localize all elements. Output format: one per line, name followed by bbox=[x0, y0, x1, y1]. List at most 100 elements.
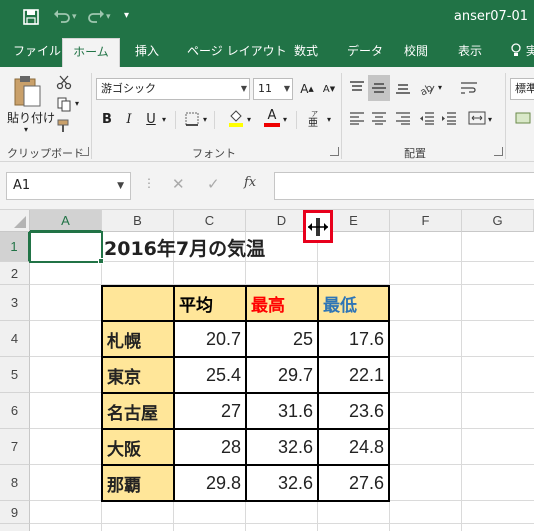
row-header-9[interactable]: 9 bbox=[0, 501, 30, 524]
merge-center-icon[interactable] bbox=[466, 107, 488, 129]
fill-color-icon[interactable] bbox=[226, 107, 246, 129]
column-label-min[interactable]: 最低 bbox=[317, 285, 390, 322]
row-header-7[interactable]: 7 bbox=[0, 429, 30, 465]
column-resize-cursor-icon[interactable] bbox=[303, 210, 333, 243]
align-bottom-icon[interactable] bbox=[392, 77, 414, 99]
name-box[interactable]: A1 ▼ bbox=[6, 172, 131, 200]
enter-icon[interactable]: ✓ bbox=[207, 175, 220, 193]
undo-icon[interactable] bbox=[52, 8, 72, 29]
align-top-icon[interactable] bbox=[346, 77, 368, 99]
font-name-select[interactable]: 游ゴシック ▼ bbox=[96, 78, 250, 100]
row-header-10[interactable]: 10 bbox=[0, 524, 30, 531]
avg-cell[interactable]: 20.7 bbox=[173, 320, 247, 358]
borders-icon[interactable] bbox=[182, 109, 202, 129]
redo-icon[interactable] bbox=[86, 8, 106, 29]
copy-icon[interactable] bbox=[54, 95, 74, 113]
row-header-2[interactable]: 2 bbox=[0, 262, 30, 285]
row-header-8[interactable]: 8 bbox=[0, 465, 30, 501]
phonetic-guide-icon[interactable]: ア亜 bbox=[304, 107, 326, 129]
font-launcher-icon[interactable] bbox=[330, 147, 339, 156]
tab-page-layout[interactable]: ページ レイアウト bbox=[187, 36, 287, 67]
underline-button[interactable]: U bbox=[142, 109, 160, 129]
insert-function-icon[interactable]: fx bbox=[244, 175, 256, 190]
underline-dropdown-icon[interactable]: ▾ bbox=[162, 115, 166, 124]
save-icon[interactable] bbox=[22, 8, 40, 29]
high-cell[interactable]: 31.6 bbox=[245, 392, 319, 430]
undo-dropdown-icon[interactable]: ▾ bbox=[72, 12, 77, 22]
column-header-g[interactable]: G bbox=[462, 210, 534, 232]
wrap-text-icon[interactable] bbox=[458, 77, 480, 99]
cut-icon[interactable] bbox=[54, 73, 74, 91]
city-cell[interactable]: 大阪 bbox=[101, 428, 175, 466]
tab-view[interactable]: 表示 bbox=[458, 36, 482, 67]
paste-icon[interactable] bbox=[8, 73, 46, 109]
borders-dropdown-icon[interactable]: ▾ bbox=[203, 115, 207, 124]
phonetic-dropdown-icon[interactable]: ▾ bbox=[327, 115, 331, 124]
increase-font-size-icon[interactable]: A ▲ bbox=[298, 79, 316, 99]
column-header-f[interactable]: F bbox=[390, 210, 462, 232]
row-header-4[interactable]: 4 bbox=[0, 321, 30, 357]
tab-data[interactable]: データ bbox=[347, 36, 383, 67]
font-size-select[interactable]: 11 ▼ bbox=[253, 78, 293, 100]
city-cell[interactable]: 名古屋 bbox=[101, 392, 175, 430]
font-color-dropdown-icon[interactable]: ▾ bbox=[283, 115, 287, 124]
decrease-font-size-icon[interactable]: A ▼ bbox=[320, 79, 338, 99]
row-header-3[interactable]: 3 bbox=[0, 285, 30, 321]
font-color-button[interactable]: A bbox=[262, 107, 282, 129]
alignment-launcher-icon[interactable] bbox=[494, 147, 503, 156]
orientation-dropdown-icon[interactable]: ▾ bbox=[438, 83, 442, 92]
table-corner-cell[interactable] bbox=[101, 285, 175, 322]
column-header-c[interactable]: C bbox=[174, 210, 246, 232]
fill-color-dropdown-icon[interactable]: ▾ bbox=[247, 115, 251, 124]
low-cell[interactable]: 17.6 bbox=[317, 320, 390, 358]
column-header-a[interactable]: A bbox=[30, 210, 102, 232]
tab-file[interactable]: ファイル bbox=[13, 36, 61, 67]
customize-icon[interactable]: ▾ bbox=[124, 10, 129, 21]
column-label-max[interactable]: 最高 bbox=[245, 285, 319, 322]
orientation-icon[interactable]: ab bbox=[416, 77, 438, 99]
chevron-down-icon[interactable]: ▼ bbox=[117, 173, 124, 199]
bold-button[interactable]: B bbox=[98, 109, 116, 129]
column-label-average[interactable]: 平均 bbox=[173, 285, 247, 322]
low-cell[interactable]: 27.6 bbox=[317, 464, 390, 502]
tell-me[interactable]: 実 bbox=[510, 36, 534, 67]
low-cell[interactable]: 24.8 bbox=[317, 428, 390, 466]
tab-review[interactable]: 校閲 bbox=[404, 36, 428, 67]
low-cell[interactable]: 22.1 bbox=[317, 356, 390, 394]
high-cell[interactable]: 29.7 bbox=[245, 356, 319, 394]
decrease-indent-icon[interactable] bbox=[416, 107, 438, 129]
avg-cell[interactable]: 28 bbox=[173, 428, 247, 466]
number-format-select[interactable]: 標準 bbox=[510, 78, 534, 100]
city-cell[interactable]: 札幌 bbox=[101, 320, 175, 358]
copy-dropdown-icon[interactable]: ▾ bbox=[75, 99, 79, 108]
column-header-b[interactable]: B bbox=[102, 210, 174, 232]
tab-insert[interactable]: 挿入 bbox=[135, 36, 159, 67]
align-left-icon[interactable] bbox=[346, 107, 368, 129]
sheet-title[interactable]: 2016年7月の気温 bbox=[104, 232, 265, 262]
cancel-icon[interactable]: ✕ bbox=[172, 175, 185, 193]
format-painter-icon[interactable] bbox=[54, 117, 74, 135]
formula-input[interactable] bbox=[274, 172, 534, 200]
avg-cell[interactable]: 27 bbox=[173, 392, 247, 430]
accounting-format-icon[interactable] bbox=[512, 107, 534, 129]
avg-cell[interactable]: 25.4 bbox=[173, 356, 247, 394]
increase-indent-icon[interactable] bbox=[438, 107, 460, 129]
redo-dropdown-icon[interactable]: ▾ bbox=[106, 12, 111, 22]
merge-dropdown-icon[interactable]: ▾ bbox=[488, 115, 492, 124]
tab-home[interactable]: ホーム bbox=[62, 38, 120, 67]
align-right-icon[interactable] bbox=[392, 107, 414, 129]
avg-cell[interactable]: 29.8 bbox=[173, 464, 247, 502]
paste-dropdown-icon[interactable]: ▾ bbox=[24, 125, 28, 134]
high-cell[interactable]: 32.6 bbox=[245, 464, 319, 502]
row-header-6[interactable]: 6 bbox=[0, 393, 30, 429]
align-center-icon[interactable] bbox=[368, 107, 390, 129]
clipboard-launcher-icon[interactable] bbox=[80, 147, 89, 156]
select-all-corner[interactable] bbox=[0, 210, 30, 232]
city-cell[interactable]: 東京 bbox=[101, 356, 175, 394]
align-middle-icon[interactable] bbox=[368, 75, 390, 101]
row-header-1[interactable]: 1 bbox=[0, 232, 30, 262]
row-header-5[interactable]: 5 bbox=[0, 357, 30, 393]
low-cell[interactable]: 23.6 bbox=[317, 392, 390, 430]
city-cell[interactable]: 那覇 bbox=[101, 464, 175, 502]
tab-formulas[interactable]: 数式 bbox=[294, 36, 318, 67]
